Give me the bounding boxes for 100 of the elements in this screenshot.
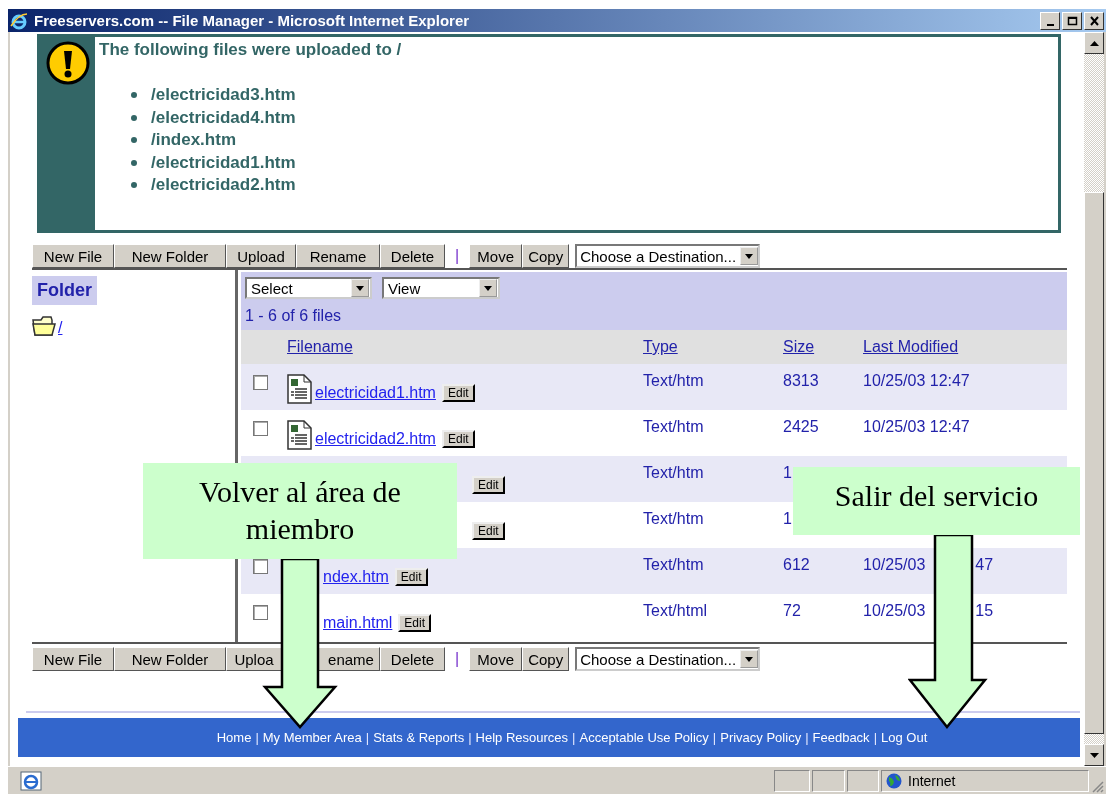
folder-link[interactable]: / [58,319,63,337]
footer-link[interactable]: Stats & Reports [373,730,465,745]
separator-mark: | [572,730,576,745]
footer-link[interactable]: Home [216,730,252,745]
edit-button[interactable]: Edit [398,614,432,632]
row-checkbox[interactable] [253,605,268,620]
status-panel [812,769,845,792]
toolbar-button[interactable]: New Folder [114,244,226,268]
type-cell-text: Text/html [643,601,708,621]
footer-link[interactable]: Acceptable Use Policy [579,730,709,745]
select-dropdown[interactable]: Select [245,277,372,299]
column-header-link[interactable]: Filename [287,338,353,355]
bullet-icon [131,114,137,121]
column-header-link[interactable]: Type [643,338,678,355]
destination-dropdown[interactable]: Choose a Destination... [575,244,761,268]
scroll-thumb[interactable] [1084,192,1104,734]
resize-grip-icon [1092,780,1104,792]
modified-cell-text: 10/25/03 12:47 [863,372,970,391]
toolbar-button[interactable]: New Folder [114,647,226,671]
edit-button[interactable]: Edit [441,430,475,448]
toolbar-button[interactable]: Copy [522,244,570,268]
type-cell-text: Text/htm [643,463,705,483]
row-checkbox[interactable] [253,421,268,436]
minimize-button[interactable] [1040,11,1060,30]
destination-dropdown[interactable]: Choose a Destination... [575,647,761,671]
toolbar-button[interactable]: Upload [226,244,296,268]
separator-mark: | [468,730,472,745]
toolbar-button[interactable]: Move [469,244,523,268]
status-panel [774,769,810,792]
separator-mark: | [255,730,259,745]
size-cell-text: 2425 [783,417,820,437]
type-cell-text: Text/htm [643,555,705,575]
toolbar-button[interactable]: Uploa [226,647,282,671]
footer-link[interactable]: Help Resources [475,730,569,745]
globe-icon [886,772,902,789]
column-header-link[interactable]: Size [783,338,815,355]
separator-mark: | [805,730,809,745]
scroll-up-button[interactable] [1084,32,1104,54]
file-count: 1 - 6 of 6 files [245,307,343,325]
file-link[interactable]: main.html [323,614,393,632]
maximize-icon [1066,15,1078,26]
toolbar-button[interactable]: Delete [380,647,445,671]
footer-link[interactable]: My Member Area [262,730,362,745]
bullet-icon [131,182,137,189]
type-cell-text: Text/htm [643,417,705,437]
toolbar-button[interactable]: Rename [296,244,380,268]
bullet-icon [131,92,137,99]
size-cell-text: 612 [783,555,811,575]
toolbar-button[interactable]: New File [32,244,114,268]
uploaded-file: /electricidad3.htm [151,84,296,106]
close-button[interactable] [1084,11,1104,30]
toolbar-button[interactable]: Copy [522,647,570,671]
modified-cell-text: 10/25/03 [863,556,926,575]
separator-mark: | [873,730,877,745]
separator-mark: | [454,650,461,668]
row-checkbox[interactable] [253,375,268,390]
uploaded-file: /electricidad1.htm [151,151,296,174]
footer-link[interactable]: Privacy Policy [720,730,802,745]
toolbar-button[interactable]: ename [318,647,380,671]
status-panel [847,769,879,792]
up-arrow-icon [1089,40,1099,46]
size-cell-text: 1 [783,509,793,529]
toolbar-button[interactable]: Delete [380,244,445,268]
separator-mark: | [712,730,717,745]
upload-message: The following files were uploaded to / [99,40,402,60]
modified-cell-text: 47 [975,556,994,575]
size-cell-text: 72 [783,601,802,621]
scroll-down-button[interactable] [1084,744,1104,766]
uploaded-file: /electricidad4.htm [151,106,296,129]
uploaded-file: /index.htm [151,129,236,151]
callout-box: Salir del servicio [793,467,1080,535]
close-icon [1088,15,1100,26]
type-cell-text: Text/htm [643,509,705,529]
toolbar-button[interactable]: New File [32,647,114,671]
warning-icon [45,41,90,85]
row-checkbox[interactable] [253,559,268,574]
edit-button[interactable]: Edit [472,476,505,494]
footer-link[interactable]: Feedback [812,730,870,745]
edit-button[interactable]: Edit [394,568,428,586]
maximize-button[interactable] [1062,11,1082,30]
edit-button[interactable]: Edit [472,522,505,540]
folder-icon [32,315,58,337]
minimize-icon [1046,23,1054,26]
uploaded-file: /electricidad2.htm [151,174,296,196]
zone-label: Internet [908,772,956,789]
file-link[interactable]: ndex.htm [323,568,389,586]
edit-button[interactable]: Edit [441,384,475,402]
file-link[interactable]: electricidad2.htm [315,430,436,448]
modified-cell-text: 10/25/03 12:47 [863,418,970,437]
file-link[interactable]: electricidad1.htm [315,384,436,402]
separator-mark: | [365,730,370,745]
down-arrow-icon [1089,752,1099,758]
column-header-link[interactable]: Last Modified [863,338,959,355]
view-dropdown[interactable]: View [382,277,500,299]
window-title: Freeservers.com -- File Manager - Microsoft Internet Explorer [34,12,470,29]
size-cell-text: 8313 [783,371,820,391]
toolbar-button[interactable]: Move [469,647,523,671]
modified-cell-text: 10/25/03 [863,602,926,621]
footer-link[interactable]: Log Out [881,730,928,745]
browser-logo-icon [10,11,28,30]
